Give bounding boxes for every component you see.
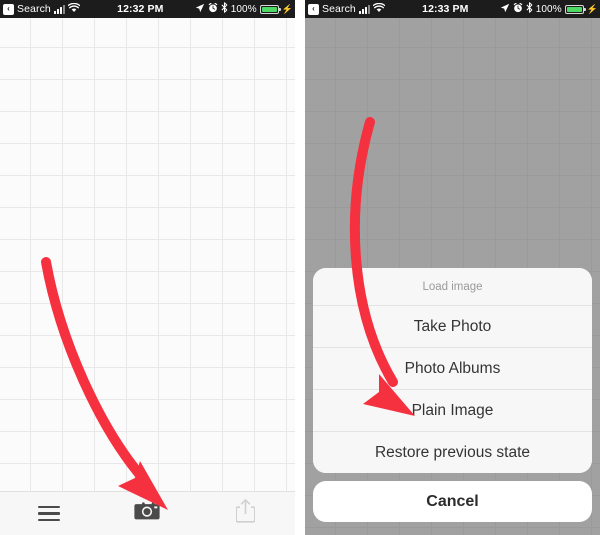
- wifi-icon: [67, 2, 81, 16]
- location-arrow-icon: [195, 3, 205, 16]
- action-sheet-option-plain-image[interactable]: Plain Image: [313, 390, 592, 432]
- action-sheet-options-group: Load image Take Photo Photo Albums Plain…: [313, 268, 592, 473]
- cellular-signal-icon: [358, 4, 370, 14]
- location-arrow-icon: [500, 3, 510, 16]
- alarm-clock-icon: [208, 2, 218, 16]
- share-icon: [235, 499, 256, 528]
- cellular-signal-icon: [53, 4, 65, 14]
- menu-icon: [38, 505, 61, 522]
- wifi-icon: [372, 2, 386, 16]
- left-phone-screen: ‹ Search 12:32 PM 100% ⚡: [0, 0, 295, 535]
- action-sheet-title: Load image: [313, 268, 592, 306]
- battery-percent-label: 100%: [230, 3, 257, 15]
- back-chevron-icon[interactable]: ‹: [308, 3, 319, 15]
- status-bar-left: ‹ Search: [0, 2, 81, 16]
- action-sheet-option-take-photo[interactable]: Take Photo: [313, 306, 592, 348]
- status-bar-left: ‹ Search: [305, 2, 386, 16]
- menu-button[interactable]: [0, 505, 98, 522]
- status-bar-right: 100% ⚡: [195, 2, 295, 16]
- bluetooth-icon: [526, 2, 533, 16]
- battery-percent-label: 100%: [535, 3, 562, 15]
- status-bar: ‹ Search 12:33 PM 100% ⚡: [305, 0, 600, 18]
- grid-canvas[interactable]: [0, 18, 295, 535]
- camera-button[interactable]: [98, 501, 196, 527]
- lightning-bolt-icon: ⚡: [586, 3, 598, 14]
- clock-time: 12:32 PM: [117, 3, 164, 15]
- carrier-label: Search: [17, 3, 51, 15]
- bluetooth-icon: [221, 2, 228, 16]
- back-chevron-icon[interactable]: ‹: [3, 3, 14, 15]
- clock-time: 12:33 PM: [422, 3, 469, 15]
- cancel-button[interactable]: Cancel: [313, 481, 592, 522]
- carrier-label: Search: [322, 3, 356, 15]
- action-sheet: Load image Take Photo Photo Albums Plain…: [313, 268, 592, 522]
- battery-full-icon: [564, 4, 586, 14]
- share-button[interactable]: [197, 499, 295, 528]
- battery-full-icon: [259, 4, 281, 14]
- status-bar-right: 100% ⚡: [500, 2, 600, 16]
- dual-screenshot-comparison: ‹ Search 12:32 PM 100% ⚡ ‹ Search 12:33 …: [0, 0, 600, 535]
- right-phone-screen: ‹ Search 12:33 PM 100% ⚡ Load image Take…: [305, 0, 600, 535]
- lightning-bolt-icon: ⚡: [281, 3, 293, 14]
- action-sheet-option-restore-previous-state[interactable]: Restore previous state: [313, 432, 592, 473]
- alarm-clock-icon: [513, 2, 523, 16]
- camera-icon: [134, 501, 161, 527]
- action-sheet-option-photo-albums[interactable]: Photo Albums: [313, 348, 592, 390]
- status-bar: ‹ Search 12:32 PM 100% ⚡: [0, 0, 295, 18]
- bottom-toolbar: [0, 491, 295, 535]
